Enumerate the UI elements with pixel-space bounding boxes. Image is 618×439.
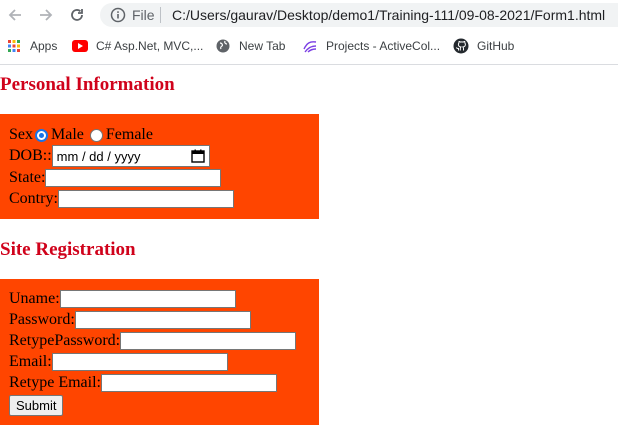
url-text[interactable]: C:/Users/gaurav/Desktop/demo1/Training-1… — [172, 7, 605, 23]
address-bar[interactable]: File C:/Users/gaurav/Desktop/demo1/Train… — [100, 3, 618, 27]
bookmark-apps[interactable]: Apps — [6, 37, 57, 55]
sex-label: Sex — [9, 126, 33, 143]
retype-email-input[interactable] — [100, 374, 277, 392]
password-input[interactable] — [74, 311, 251, 329]
retype-email-row: Retype Email: — [9, 373, 277, 393]
sex-row: Sex Male Female — [9, 125, 153, 145]
dob-placeholder: mm / dd / yyyy — [56, 148, 141, 164]
reload-button[interactable] — [66, 4, 88, 26]
state-row: State: — [9, 168, 222, 188]
globe-icon — [215, 38, 231, 54]
female-label: Female — [105, 126, 153, 143]
bookmark-label: Projects - ActiveCol... — [326, 39, 441, 53]
retype-email-label: Retype Email: — [9, 374, 101, 391]
arrow-left-icon — [8, 9, 21, 21]
calendar-icon[interactable] — [190, 149, 205, 163]
bookmark-github[interactable]: GitHub — [453, 37, 514, 55]
activecollab-icon — [302, 38, 318, 54]
browser-chrome: File C:/Users/gaurav/Desktop/demo1/Train… — [0, 0, 618, 65]
dob-label: DOB:: — [9, 147, 52, 164]
bookmark-label: Apps — [30, 39, 58, 53]
email-input[interactable] — [51, 353, 228, 371]
email-label: Email: — [9, 353, 52, 370]
dob-row: DOB:: mm / dd / yyyy — [9, 145, 210, 167]
bookmark-label: C# Asp.Net, MVC,... — [96, 39, 204, 53]
state-label: State: — [9, 169, 46, 186]
apps-grid-icon — [6, 38, 22, 54]
personal-info-panel: Sex Male Female DOB:: mm / dd / yyyy Sta… — [0, 114, 319, 219]
bookmark-csharp[interactable]: C# Asp.Net, MVC,... — [72, 37, 203, 55]
state-input[interactable] — [45, 169, 222, 187]
password-row: Password: — [9, 310, 251, 330]
personal-info-heading: Personal Information — [0, 74, 175, 95]
male-radio[interactable] — [35, 128, 48, 142]
password-label: Password: — [9, 311, 75, 328]
email-row: Email: — [9, 352, 228, 372]
url-divider — [160, 7, 161, 23]
uname-input[interactable] — [59, 290, 236, 308]
arrow-right-icon — [40, 9, 53, 21]
country-input[interactable] — [57, 190, 234, 208]
submit-button[interactable]: Submit — [9, 394, 64, 416]
site-registration-panel: Uname: Password: RetypePassword: Email: … — [0, 279, 319, 425]
male-label: Male — [51, 126, 84, 143]
country-label: Contry: — [9, 190, 58, 207]
github-icon — [453, 38, 469, 54]
female-radio[interactable] — [89, 128, 103, 142]
retype-password-row: RetypePassword: — [9, 331, 297, 351]
retype-password-input[interactable] — [120, 332, 297, 350]
bookmark-label: New Tab — [239, 39, 286, 53]
reload-icon — [71, 9, 83, 21]
submit-row: Submit — [9, 394, 64, 416]
dob-date-input[interactable]: mm / dd / yyyy — [51, 145, 210, 167]
bookmark-projects[interactable]: Projects - ActiveCol... — [302, 37, 440, 55]
site-registration-heading: Site Registration — [0, 239, 136, 260]
forward-button[interactable] — [35, 4, 57, 26]
uname-label: Uname: — [9, 290, 60, 307]
url-scheme-label: File — [132, 7, 155, 23]
bookmark-label: GitHub — [477, 39, 515, 53]
country-row: Contry: — [9, 189, 234, 209]
retype-password-label: RetypePassword: — [9, 332, 121, 349]
youtube-icon — [72, 38, 88, 54]
info-icon[interactable] — [110, 7, 126, 23]
bookmark-new-tab[interactable]: New Tab — [215, 37, 285, 55]
uname-row: Uname: — [9, 289, 236, 309]
back-button[interactable] — [4, 4, 26, 26]
